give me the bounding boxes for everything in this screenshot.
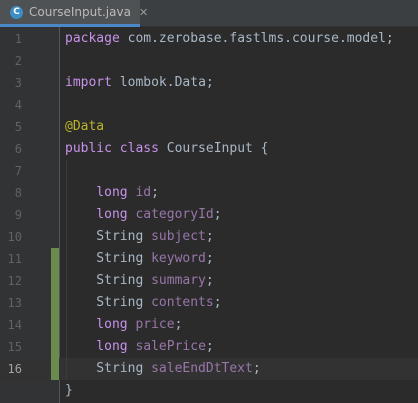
line-number: 12 [7,274,22,288]
code-text: String summary; [65,270,214,292]
tab-courseinput-java[interactable]: C CourseInput.java ✕ [0,0,148,27]
line-number: 6 [14,142,22,156]
code-line[interactable]: 13 String contents; [0,292,418,314]
line-number: 10 [7,230,22,244]
code-token: String [65,295,152,310]
code-text: @Data [65,116,104,138]
line-number: 2 [14,54,22,68]
code-editor[interactable]: 1 package com.zerobase.fastlms.course.mod… [0,27,418,403]
tab-title: CourseInput.java [29,5,131,19]
code-text: long id; [65,182,159,204]
code-text: public class CourseInput { [65,138,269,160]
line-number: 8 [14,186,22,200]
line-number: 3 [14,76,22,90]
code-line[interactable]: 8 long id; [0,182,418,204]
line-number: 11 [7,252,22,266]
vcs-change-marker[interactable] [51,270,59,292]
code-line[interactable]: 2 [0,50,418,72]
code-line[interactable]: 16 String saleEndDtText; [0,358,418,380]
code-text: import lombok.Data; [65,72,214,94]
code-token: long [65,207,136,222]
code-line[interactable]: 6 public class CourseInput { [0,138,418,160]
code-line[interactable]: 5 @Data [0,116,418,138]
editor-tab-bar: C CourseInput.java ✕ [0,0,418,27]
code-token: salePrice [135,339,206,354]
code-line[interactable]: 4 [0,94,418,116]
code-token: subject [151,229,206,244]
code-token: long [65,185,136,200]
code-line[interactable]: 15 long salePrice; [0,336,418,358]
code-token: package [65,31,128,46]
vcs-change-marker[interactable] [51,248,59,270]
code-token: String [65,251,152,266]
code-token: long [65,317,136,332]
line-number: 5 [14,120,22,134]
code-token: ; [151,185,159,200]
code-token: long [65,339,136,354]
code-token: public class [65,141,167,156]
code-token: keyword [151,251,206,266]
code-token: ; [205,339,214,354]
vcs-change-marker[interactable] [51,336,59,358]
code-text: } [65,380,73,402]
code-token: ; [205,273,214,288]
code-line[interactable]: 10 String subject; [0,226,418,248]
code-token: } [65,383,73,398]
indent-guide [66,160,67,380]
vcs-change-marker[interactable] [51,358,59,380]
code-token: lombok.Data [119,75,206,90]
code-token: import [65,75,120,90]
vcs-change-marker[interactable] [51,292,59,314]
code-line[interactable]: 3 import lombok.Data; [0,72,418,94]
code-token: String [65,361,152,376]
code-token: @Data [65,119,105,134]
line-number: 9 [14,208,22,222]
code-line[interactable]: } [0,380,418,402]
code-text: package com.zerobase.fastlms.course.mode… [65,28,394,50]
code-line[interactable]: 1 package com.zerobase.fastlms.course.mod… [0,28,418,50]
line-number: 14 [7,318,22,332]
line-number: 1 [14,32,22,46]
code-token: ; [205,229,214,244]
code-text: long price; [65,314,182,336]
code-text: String saleEndDtText; [65,358,261,380]
java-class-icon: C [10,5,23,19]
code-line[interactable]: 14 long price; [0,314,418,336]
code-token: com.zerobase.fastlms.course.model [127,31,386,46]
code-text: long salePrice; [65,336,214,358]
code-token: summary [151,273,206,288]
code-token: ; [205,251,214,266]
code-token: contents [151,295,214,310]
code-text: String subject; [65,226,214,248]
code-token: ; [385,31,394,46]
code-token: id [135,185,152,200]
code-token: categoryId [135,207,214,222]
code-token: ; [213,207,222,222]
code-token: String [65,229,152,244]
code-text: long categoryId; [65,204,222,226]
line-number: 13 [7,296,22,310]
code-line[interactable]: 7 [0,160,418,182]
code-line[interactable]: 9 long categoryId; [0,204,418,226]
code-text: String keyword; [65,248,214,270]
code-token: ; [252,361,261,376]
close-icon[interactable]: ✕ [139,6,148,19]
code-token: String [65,273,152,288]
code-token: ; [174,317,183,332]
code-token: ; [205,75,214,90]
line-number: 16 [7,362,22,376]
code-text: String contents; [65,292,222,314]
code-token: saleEndDtText [151,361,253,376]
code-line[interactable]: 11 String keyword; [0,248,418,270]
vcs-change-marker[interactable] [51,314,59,336]
code-line[interactable]: 12 String summary; [0,270,418,292]
code-token: CourseInput { [166,141,269,156]
code-token: ; [213,295,222,310]
line-number: 4 [14,98,22,112]
line-number: 15 [7,340,22,354]
line-number: 7 [14,164,22,178]
code-token: price [135,317,175,332]
